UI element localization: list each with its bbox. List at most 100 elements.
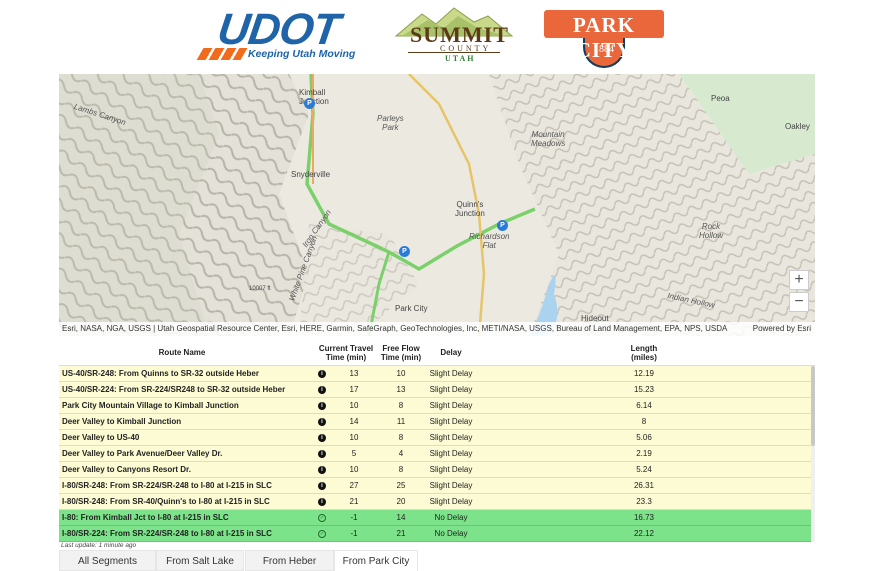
table-row[interactable]: Park City Mountain Village to Kimball Ju…	[59, 398, 811, 414]
info-icon[interactable]: i	[318, 465, 326, 474]
table-scrollbar[interactable]	[811, 366, 815, 542]
info-icon[interactable]: i	[318, 417, 326, 426]
info-icon[interactable]: i	[318, 497, 326, 506]
logo-bar: UDOT Keeping Utah Moving SUMMIT COUNTY U…	[0, 0, 880, 72]
length-cell: 16.73	[633, 513, 655, 522]
delay-icon-cell[interactable]: i	[315, 478, 329, 494]
route-name-cell: Deer Valley to Canyons Resort Dr.	[62, 465, 191, 474]
table-row[interactable]: US-40/SR-224: From SR-224/SR248 to SR-32…	[59, 382, 811, 398]
delay-cell: Slight Delay	[429, 433, 473, 442]
table-row[interactable]: I-80: From Kimball Jct to I-80 at I-215 …	[59, 510, 811, 526]
free-flow-cell: 8	[398, 401, 404, 410]
delay-cell: No Delay	[434, 513, 468, 522]
tab-from-heber[interactable]: From Heber	[245, 550, 334, 571]
table-scrollbar-thumb[interactable]	[811, 366, 815, 446]
free-flow-cell: 21	[396, 529, 406, 538]
table-row[interactable]: I-80/SR-248: From SR-40/Quinn's to I-80 …	[59, 494, 811, 510]
tab-from-park-city[interactable]: From Park City	[334, 550, 418, 571]
route-name-cell: I-80/SR-248: From SR-224/SR-248 to I-80 …	[62, 481, 272, 490]
delay-icon-cell[interactable]: ✓	[315, 510, 329, 526]
length-cell: 2.19	[636, 449, 652, 458]
route-name-cell: Park City Mountain Village to Kimball Ju…	[62, 401, 239, 410]
map-label-park-city: Park City	[395, 304, 428, 313]
delay-cell: No Delay	[434, 529, 468, 538]
delay-icon-cell[interactable]: i	[315, 430, 329, 446]
map-label-parleys: Parleys Park	[377, 114, 404, 132]
info-icon[interactable]: i	[318, 433, 326, 442]
map-label-oakley: Oakley	[785, 122, 810, 131]
parking-pin-icon[interactable]: P	[304, 98, 315, 109]
route-name-cell: I-80/SR-248: From SR-40/Quinn's to I-80 …	[62, 497, 270, 506]
table-row[interactable]: I-80/SR-248: From SR-224/SR-248 to I-80 …	[59, 478, 811, 494]
park-city-logo-word: PARK CITY	[573, 13, 635, 62]
delay-cell: Slight Delay	[429, 481, 473, 490]
free-flow-cell: 8	[398, 433, 404, 442]
header-route-name[interactable]: Route Name	[59, 339, 305, 366]
delay-icon-cell[interactable]: ✓	[315, 526, 329, 542]
delay-icon-cell[interactable]: i	[315, 382, 329, 398]
free-flow-cell: 10	[396, 369, 406, 378]
tab-all-segments[interactable]: All Segments	[59, 550, 156, 571]
free-flow-cell: 13	[396, 385, 406, 394]
zoom-out-button[interactable]: −	[789, 292, 809, 312]
current-time-cell: 14	[349, 417, 359, 426]
last-update-text: Last update: 1 minute ago	[61, 542, 137, 549]
table-row[interactable]: I-80/SR-224: From SR-224/SR-248 to I-80 …	[59, 526, 811, 542]
route-name-cell: Deer Valley to Park Avenue/Deer Valley D…	[62, 449, 223, 458]
info-icon[interactable]: i	[318, 369, 326, 378]
route-name-cell: I-80: From Kimball Jct to I-80 at I-215 …	[62, 513, 229, 522]
table-row[interactable]: Deer Valley to Park Avenue/Deer Valley D…	[59, 446, 811, 462]
current-time-cell: 27	[349, 481, 359, 490]
header-current-time[interactable]: Current Travel Time (min)	[315, 339, 377, 366]
check-circle-icon[interactable]: ✓	[318, 513, 326, 522]
map-label-peoa: Peoa	[711, 94, 730, 103]
length-cell: 12.19	[633, 369, 655, 378]
table-row[interactable]: Deer Valley to US-40 i 10 8 Slight Delay 5.06	[59, 430, 811, 446]
length-cell: 22.12	[633, 529, 655, 538]
map-label-richardson: Richardson Flat	[469, 232, 510, 250]
parking-pin-icon[interactable]: P	[399, 246, 410, 257]
summit-county-logo: SUMMIT COUNTY UTAH	[388, 6, 520, 66]
delay-cell: Slight Delay	[429, 465, 473, 474]
delay-icon-cell[interactable]: i	[315, 494, 329, 510]
parking-pin-icon[interactable]: P	[497, 220, 508, 231]
current-time-cell: 10	[349, 465, 359, 474]
length-cell: 6.14	[636, 401, 652, 410]
delay-cell: Slight Delay	[429, 497, 473, 506]
delay-icon-cell[interactable]: i	[315, 398, 329, 414]
map-label-snyderville: Snyderville	[291, 170, 331, 179]
length-cell: 5.24	[636, 465, 652, 474]
delay-cell: Slight Delay	[429, 449, 473, 458]
zoom-in-button[interactable]: +	[789, 270, 809, 290]
info-icon[interactable]: i	[318, 481, 326, 490]
delay-icon-cell[interactable]: i	[315, 366, 329, 382]
current-time-cell: 10	[349, 433, 359, 442]
delay-icon-cell[interactable]: i	[315, 462, 329, 478]
current-time-cell: 13	[349, 369, 359, 378]
check-circle-icon[interactable]: ✓	[318, 529, 326, 538]
info-icon[interactable]: i	[318, 385, 326, 394]
route-name-cell: US-40/SR-224: From SR-224/SR248 to SR-32…	[62, 385, 286, 394]
tab-bar: All Segments From Salt Lake From Heber From…	[59, 550, 819, 571]
table-body: US-40/SR-248: From Quinns to SR-32 outsi…	[59, 366, 811, 542]
free-flow-cell: 14	[396, 513, 406, 522]
table-row[interactable]: Deer Valley to Kimball Junction i 14 11 Slig…	[59, 414, 811, 430]
info-icon[interactable]: i	[318, 401, 326, 410]
free-flow-cell: 25	[396, 481, 406, 490]
park-city-logo-year: 1884	[594, 44, 614, 55]
route-name-cell: Deer Valley to Kimball Junction	[62, 417, 182, 426]
header-delay[interactable]: Delay	[425, 339, 477, 366]
powered-by-esri-link[interactable]: Powered by Esri	[753, 322, 811, 336]
tab-from-salt-lake[interactable]: From Salt Lake	[156, 550, 244, 571]
route-map[interactable]: Kimball Junction Parleys Park Snydervill…	[59, 74, 815, 336]
table-row[interactable]: US-40/SR-248: From Quinns to SR-32 outsi…	[59, 366, 811, 382]
table-row[interactable]: Deer Valley to Canyons Resort Dr. i 10 8 Sli…	[59, 462, 811, 478]
info-icon[interactable]: i	[318, 449, 326, 458]
map-label-elevation: 10007 ft	[249, 286, 271, 292]
header-free-flow-time[interactable]: Free Flow Time (min)	[379, 339, 423, 366]
delay-icon-cell[interactable]: i	[315, 446, 329, 462]
park-city-logo: PARK CITY 1884	[544, 6, 664, 68]
header-length[interactable]: Length (miles)	[479, 339, 809, 366]
length-cell: 26.31	[633, 481, 655, 490]
delay-icon-cell[interactable]: i	[315, 414, 329, 430]
